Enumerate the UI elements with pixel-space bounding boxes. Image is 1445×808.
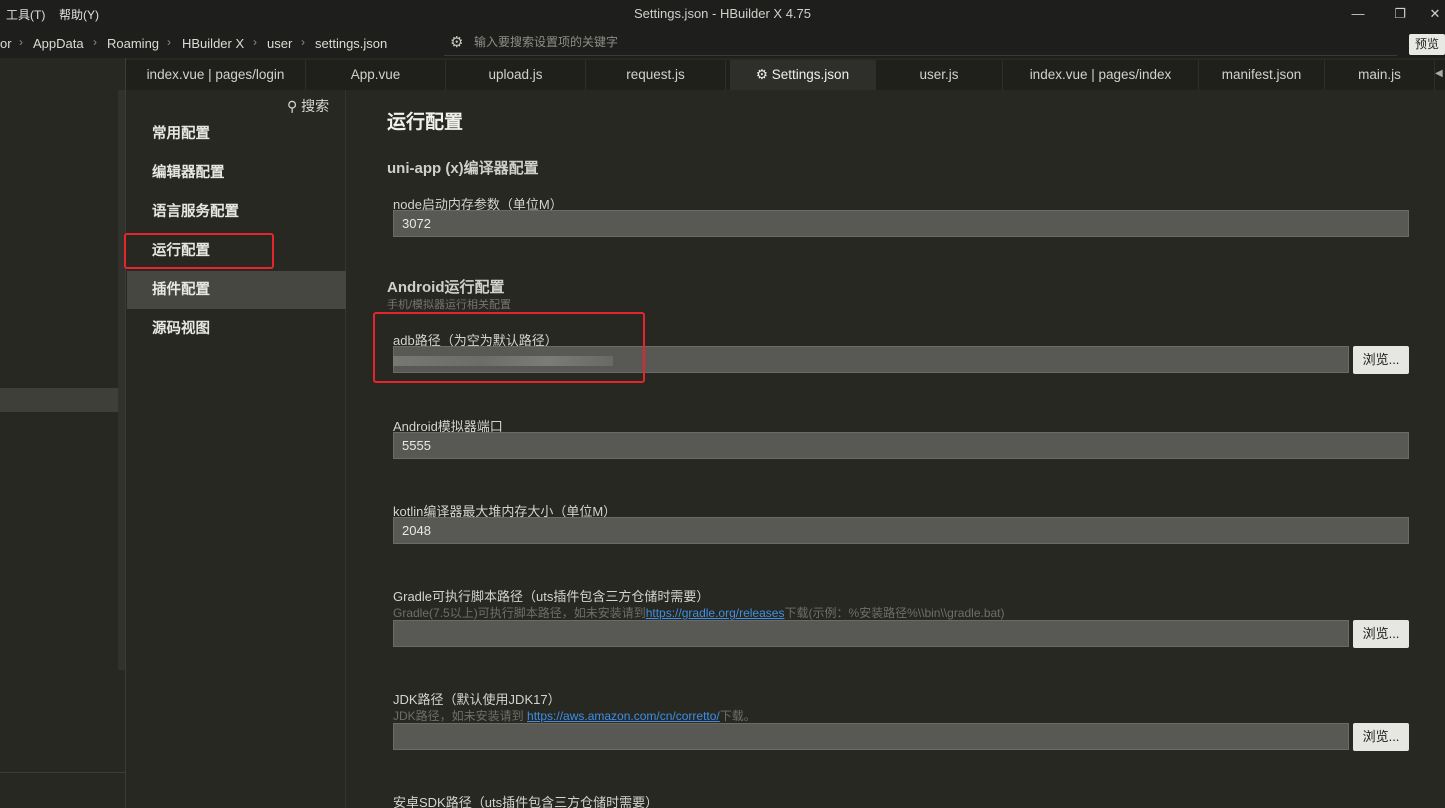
settings-content: 运行配置 uni-app (x)编译器配置 node启动内存参数（单位M） An…: [347, 90, 1445, 808]
sidebar-item-plugin[interactable]: 插件配置: [127, 271, 346, 309]
close-icon[interactable]: ✕: [1420, 3, 1445, 25]
section-title: uni-app (x)编译器配置: [387, 160, 539, 177]
settings-sidebar: ⚲ 搜索 常用配置 编辑器配置 语言服务配置 运行配置 插件配置 源码视图: [127, 90, 346, 808]
editor-tabs: index.vue | pages/login App.vue upload.j…: [126, 60, 1445, 90]
sidebar-search[interactable]: ⚲ 搜索: [287, 96, 329, 116]
breadcrumb-item[interactable]: Roaming: [107, 36, 159, 51]
sidebar-item-run[interactable]: 运行配置: [127, 232, 346, 270]
breadcrumb-item[interactable]: AppData: [33, 36, 84, 51]
jdk-browse-button[interactable]: 浏览...: [1353, 723, 1409, 751]
window-title: Settings.json - HBuilder X 4.75: [633, 6, 812, 21]
divider: [0, 772, 126, 773]
search-icon: ⚲: [287, 98, 298, 114]
jdk-hint: JDK路径，如未安装请到 https://aws.amazon.com/cn/c…: [393, 709, 756, 723]
tab-app-vue[interactable]: App.vue: [306, 60, 446, 90]
jdk-label: JDK路径（默认使用JDK17）: [393, 692, 561, 707]
sidebar-item-language-service[interactable]: 语言服务配置: [127, 193, 346, 231]
redacted-value: [393, 356, 613, 366]
breadcrumb-separator: ›: [19, 35, 23, 49]
jdk-input[interactable]: [393, 723, 1349, 750]
breadcrumb-separator: ›: [253, 35, 257, 49]
jdk-link[interactable]: https://aws.amazon.com/cn/corretto/: [527, 709, 720, 723]
breadcrumb-separator: ›: [301, 35, 305, 49]
gradle-label: Gradle可执行脚本路径（uts插件包含三方仓储时需要）: [393, 589, 710, 604]
tab-settings-json[interactable]: ⚙ Settings.json: [730, 60, 876, 90]
gradle-input[interactable]: [393, 620, 1349, 647]
gradle-hint: Gradle(7.5以上)可执行脚本路径，如未安装请到https://gradl…: [393, 606, 1005, 620]
tab-user-js[interactable]: user.js: [876, 60, 1003, 90]
breadcrumb-item[interactable]: or: [0, 36, 12, 51]
sidebar-item-common[interactable]: 常用配置: [127, 115, 346, 153]
breadcrumb-item[interactable]: settings.json: [315, 36, 387, 51]
sidebar-item-source-view[interactable]: 源码视图: [127, 310, 346, 348]
breadcrumb-separator: ›: [93, 35, 97, 49]
preview-button[interactable]: 预览: [1409, 34, 1445, 55]
tab-manifest-json[interactable]: manifest.json: [1199, 60, 1325, 90]
tab-request-js[interactable]: request.js: [586, 60, 726, 90]
menu-help[interactable]: 帮助(Y): [59, 6, 99, 23]
gear-icon: ⚙: [755, 67, 769, 82]
section-title: Android运行配置: [387, 279, 505, 296]
adb-browse-button[interactable]: 浏览...: [1353, 346, 1409, 374]
selected-file-row[interactable]: [0, 388, 118, 412]
settings-search: ⚙: [444, 29, 1397, 56]
breadcrumb-item[interactable]: user: [267, 36, 292, 51]
maximize-icon[interactable]: ❐: [1385, 3, 1415, 25]
scrollbar[interactable]: [118, 90, 125, 670]
tab-upload-js[interactable]: upload.js: [446, 60, 586, 90]
tab-index-index[interactable]: index.vue | pages/index: [1003, 60, 1199, 90]
tab-label: Settings.json: [771, 67, 850, 82]
breadcrumb-item[interactable]: HBuilder X: [182, 36, 244, 51]
gear-icon: ⚙: [450, 34, 464, 51]
minimize-icon[interactable]: —: [1343, 3, 1373, 25]
kotlin-heap-input[interactable]: [393, 517, 1409, 544]
emulator-port-input[interactable]: [393, 432, 1409, 459]
sidebar-search-label: 搜索: [301, 98, 330, 114]
tab-index-login[interactable]: index.vue | pages/login: [126, 60, 306, 90]
menu-tools[interactable]: 工具(T): [6, 6, 45, 23]
node-mem-input[interactable]: [393, 210, 1409, 237]
sidebar-item-editor[interactable]: 编辑器配置: [127, 154, 346, 192]
page-title: 运行配置: [387, 112, 464, 133]
settings-search-input[interactable]: [474, 32, 1374, 52]
tab-main-js[interactable]: main.js: [1325, 60, 1435, 90]
breadcrumb-separator: ›: [167, 35, 171, 49]
section-description: 手机/模拟器运行相关配置: [387, 299, 512, 311]
gradle-browse-button[interactable]: 浏览...: [1353, 620, 1409, 648]
sdk-label: 安卓SDK路径（uts插件包含三方仓储时需要）: [393, 795, 659, 808]
title-bar: 工具(T) 帮助(Y) Settings.json - HBuilder X 4…: [0, 0, 1445, 28]
file-explorer-panel: [0, 58, 126, 808]
gradle-link[interactable]: https://gradle.org/releases: [646, 606, 785, 620]
chevron-left-icon[interactable]: ◀: [1435, 68, 1443, 79]
